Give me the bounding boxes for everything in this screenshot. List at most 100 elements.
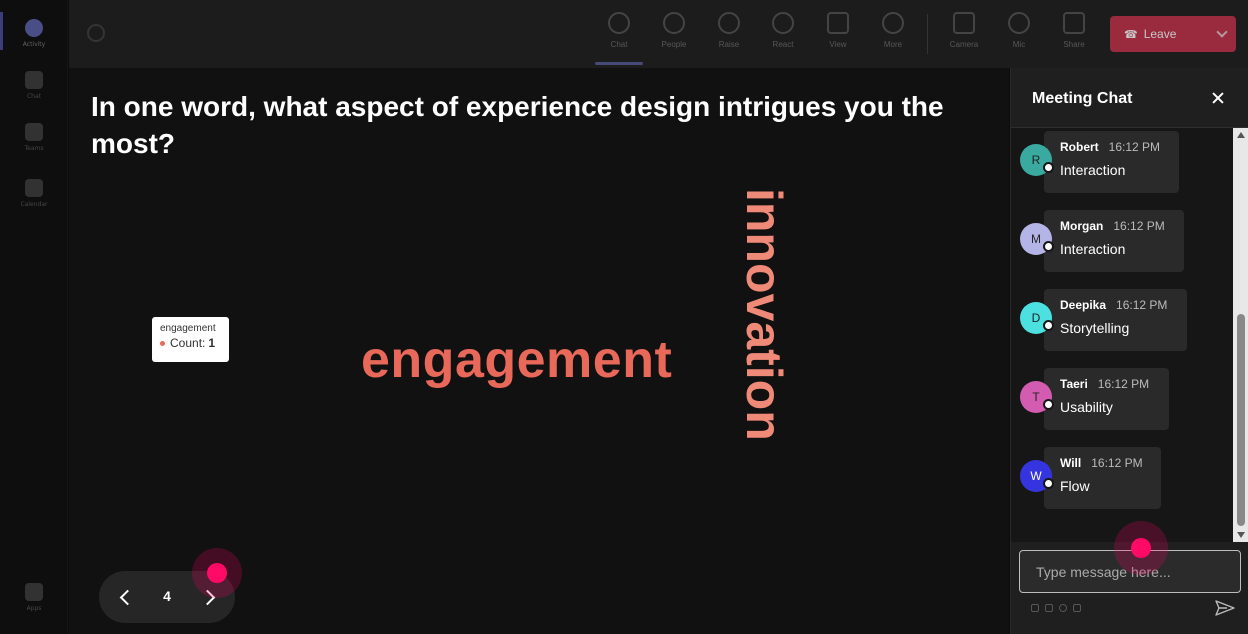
message-time: 16:12 PM	[1097, 377, 1150, 391]
rail-item-chat[interactable]: Chat	[4, 62, 64, 108]
message-text: Storytelling	[1060, 320, 1130, 336]
teams-icon	[25, 122, 43, 141]
sender-name: Robert	[1060, 140, 1099, 154]
chat-scrollbar[interactable]	[1233, 128, 1248, 542]
message-time: 16:12 PM	[1113, 219, 1165, 233]
mic-icon	[1008, 12, 1030, 34]
toolbar-people-button[interactable]: People	[649, 10, 699, 60]
tooltip-value: 1	[208, 336, 216, 350]
word-cloud-word-innovation-wrapper: innovation	[736, 188, 799, 488]
avatar-initial: W	[1030, 469, 1042, 483]
app-rail: Activity Chat Teams Calendar Apps	[0, 0, 68, 634]
toolbar-view-button[interactable]: View	[813, 10, 863, 60]
message-meta: Taeri 16:12 PM	[1060, 377, 1153, 391]
chat-title: Meeting Chat	[1032, 90, 1133, 107]
active-tab-indicator	[595, 62, 643, 65]
toolbar-raise-button[interactable]: Raise	[704, 10, 754, 60]
meeting-chat-panel: Meeting Chat Robert 16:12 PM Interaction …	[1010, 68, 1248, 634]
sender-name: Will	[1060, 456, 1082, 470]
avatar-initial: R	[1031, 153, 1041, 167]
emoji-icon[interactable]	[1059, 604, 1067, 612]
scroll-up-icon[interactable]	[1237, 132, 1245, 138]
chevron-left-icon	[119, 589, 135, 605]
avatar-initial: T	[1032, 390, 1040, 404]
chat-icon	[608, 12, 630, 34]
word-tooltip: engagement Count: 1	[152, 317, 229, 362]
close-icon[interactable]	[1210, 88, 1226, 108]
share-icon	[1063, 12, 1085, 34]
chat-message-list: Robert 16:12 PM Interaction R Morgan 16:12…	[1011, 128, 1233, 542]
rail-item-activity[interactable]: Activity	[4, 10, 64, 56]
meeting-toolbar: Chat People Raise React View More Camera…	[69, 0, 1248, 68]
toolbar-button-label: Raise	[718, 40, 740, 49]
hand-icon	[718, 12, 740, 34]
toolbar-more-button[interactable]: More	[868, 10, 918, 60]
avatar-initial: D	[1031, 311, 1041, 325]
presence-status-icon	[1043, 162, 1054, 173]
click-highlight-dot	[1131, 538, 1151, 558]
toolbar-react-button[interactable]: React	[758, 10, 808, 60]
send-button[interactable]	[1215, 600, 1235, 616]
message-text: Usability	[1060, 399, 1113, 415]
rail-item-label: Calendar	[20, 200, 48, 208]
word-cloud-word-engagement[interactable]: engagement	[361, 330, 672, 390]
message-bubble: Taeri 16:12 PM Usability	[1044, 368, 1169, 430]
rail-item-label: Apps	[26, 604, 42, 612]
message-time: 16:12 PM	[1108, 140, 1161, 154]
toolbar-button-label: React	[772, 40, 794, 49]
chevron-down-icon[interactable]	[1216, 26, 1228, 38]
avatar-initial: M	[1031, 232, 1041, 246]
sender-name: Morgan	[1060, 219, 1104, 233]
previous-slide-button[interactable]	[113, 585, 137, 609]
bell-icon	[25, 18, 43, 37]
message-meta: Morgan 16:12 PM	[1060, 219, 1168, 233]
leave-button[interactable]: ☎ Leave	[1110, 16, 1236, 52]
toolbar-camera-button[interactable]: Camera	[939, 10, 989, 60]
toolbar-button-label: People	[661, 40, 687, 49]
scroll-down-icon[interactable]	[1237, 532, 1245, 538]
rail-item-calendar[interactable]: Calendar	[4, 170, 64, 216]
message-time: 16:12 PM	[1116, 298, 1168, 312]
rail-item-label: Chat	[26, 92, 42, 100]
sender-name: Deepika	[1060, 298, 1107, 312]
sender-name: Taeri	[1060, 377, 1088, 391]
calendar-icon	[25, 178, 43, 197]
presence-status-icon	[1043, 399, 1054, 410]
word-cloud-word-innovation[interactable]: innovation	[735, 188, 793, 441]
toolbar-chat-button[interactable]: Chat	[594, 10, 644, 60]
tooltip-title: engagement	[160, 323, 216, 334]
message-bubble: Will 16:12 PM Flow	[1044, 447, 1161, 509]
chat-icon	[25, 70, 43, 89]
poll-question: In one word, what aspect of experience d…	[91, 91, 944, 159]
more-icon	[882, 12, 904, 34]
format-icon[interactable]	[1031, 604, 1039, 612]
smile-icon	[772, 12, 794, 34]
scrollbar-thumb[interactable]	[1237, 314, 1245, 526]
toolbar-button-label: Camera	[949, 40, 979, 49]
phone-icon: ☎	[1124, 28, 1138, 41]
rail-item-label: Activity	[22, 40, 46, 48]
rail-active-indicator	[0, 12, 3, 50]
presence-status-icon	[1043, 320, 1054, 331]
rail-item-teams[interactable]: Teams	[4, 114, 64, 160]
message-time: 16:12 PM	[1091, 456, 1143, 470]
message-bubble: Morgan 16:12 PM Interaction	[1044, 210, 1184, 272]
message-bubble: Deepika 16:12 PM Storytelling	[1044, 289, 1187, 351]
tooltip-row: Count: 1	[160, 336, 221, 350]
leave-label: Leave	[1143, 27, 1177, 41]
gif-icon[interactable]	[1073, 604, 1081, 612]
people-icon	[663, 12, 685, 34]
rail-item-apps[interactable]: Apps	[4, 574, 64, 620]
rail-item-label: Teams	[24, 144, 44, 152]
message-text: Flow	[1060, 478, 1090, 494]
attach-icon[interactable]	[1045, 604, 1053, 612]
chat-message: Deepika 16:12 PM Storytelling D	[1011, 286, 1233, 351]
message-meta: Robert 16:12 PM	[1060, 140, 1163, 154]
toolbar-mic-button[interactable]: Mic	[994, 10, 1044, 60]
camera-icon	[953, 12, 975, 34]
send-icon	[1215, 600, 1235, 616]
tooltip-label: Count:	[170, 336, 206, 350]
slide-number: 4	[163, 588, 171, 604]
chat-message: Morgan 16:12 PM Interaction M	[1011, 207, 1233, 272]
toolbar-share-button[interactable]: Share	[1049, 10, 1099, 60]
